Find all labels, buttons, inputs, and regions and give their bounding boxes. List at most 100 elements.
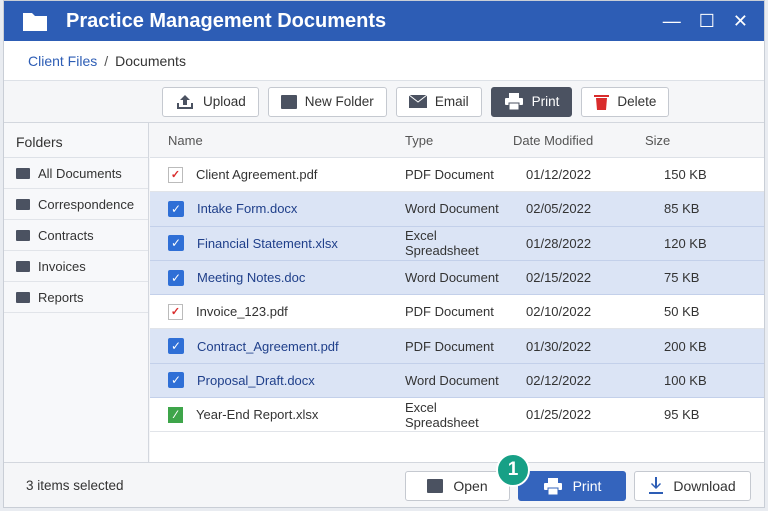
- sidebar-item-label: Correspondence: [38, 197, 134, 212]
- file-date: 02/05/2022: [513, 201, 645, 216]
- file-size: 75 KB: [645, 270, 745, 285]
- column-type[interactable]: Type: [405, 133, 513, 148]
- toolbar: Upload New Folder Email Print Delete: [4, 81, 764, 123]
- sidebar-item-all-documents[interactable]: All Documents: [4, 158, 148, 189]
- new-folder-label: New Folder: [305, 94, 374, 109]
- table-row[interactable]: ✓Meeting Notes.doc Word Document 02/15/2…: [150, 261, 764, 295]
- upload-label: Upload: [203, 94, 246, 109]
- file-size: 150 KB: [645, 167, 745, 182]
- new-folder-button[interactable]: New Folder: [268, 87, 387, 117]
- file-type: PDF Document: [405, 167, 513, 182]
- folder-icon: [281, 95, 297, 109]
- sidebar-item-correspondence[interactable]: Correspondence: [4, 189, 148, 220]
- file-date: 01/30/2022: [513, 339, 645, 354]
- table-row[interactable]: ✓ Intake Form.docx Word Document 02/05/20…: [150, 192, 764, 226]
- table-row[interactable]: ✓ Proposal_Draft.docx Word Document 02/12…: [150, 364, 764, 398]
- table-row[interactable]: ✓ Contract_Agreement.pdf PDF Document 01/…: [150, 329, 764, 363]
- file-date: 02/10/2022: [513, 304, 645, 319]
- download-button[interactable]: Download: [634, 471, 751, 501]
- close-button[interactable]: ✕: [733, 11, 748, 32]
- file-date: 02/12/2022: [513, 373, 645, 388]
- printer-icon: [543, 478, 563, 495]
- checkbox-checked-icon[interactable]: ✓: [168, 270, 184, 286]
- checkbox-checked-icon[interactable]: ✓: [168, 235, 184, 251]
- table-row[interactable]: ⁄Year-End Report.xlsx Excel Spreadsheet …: [150, 398, 764, 432]
- file-name: Intake Form.docx: [197, 201, 297, 216]
- breadcrumb-separator: /: [104, 53, 108, 69]
- window-title: Practice Management Documents: [66, 10, 386, 33]
- email-icon: [409, 95, 427, 108]
- sidebar-item-label: All Documents: [38, 166, 122, 181]
- spreadsheet-file-icon[interactable]: ⁄: [168, 407, 183, 423]
- breadcrumb-documents: Documents: [115, 53, 186, 69]
- table-row[interactable]: ✓Invoice_123.pdf PDF Document 02/10/2022…: [150, 295, 764, 329]
- folder-icon: [16, 292, 30, 303]
- file-date: 01/12/2022: [513, 167, 645, 182]
- sidebar-item-contracts[interactable]: Contracts: [4, 220, 148, 251]
- upload-button[interactable]: Upload: [162, 87, 259, 117]
- checkbox-checked-icon[interactable]: ✓: [168, 372, 184, 388]
- pdf-file-icon[interactable]: ✓: [168, 167, 183, 183]
- status-bar: 3 items selected Open Print Download 1: [4, 462, 764, 507]
- open-label: Open: [453, 478, 487, 494]
- file-size: 95 KB: [645, 407, 745, 422]
- email-button[interactable]: Email: [396, 87, 482, 117]
- file-date: 01/28/2022: [513, 236, 645, 251]
- delete-label: Delete: [617, 94, 656, 109]
- column-date-modified[interactable]: Date Modified: [513, 133, 645, 148]
- column-name[interactable]: Name: [150, 133, 405, 148]
- folder-icon: [16, 199, 30, 210]
- file-type: Excel Spreadsheet: [405, 228, 513, 258]
- table-row[interactable]: ✓ Financial Statement.xlsx Excel Spreadsh…: [150, 227, 764, 261]
- upload-icon: [175, 94, 195, 110]
- checkbox-checked-icon[interactable]: ✓: [168, 338, 184, 354]
- file-size: 100 KB: [645, 373, 745, 388]
- maximize-button[interactable]: ☐: [699, 11, 715, 32]
- checkbox-checked-icon[interactable]: ✓: [168, 201, 184, 217]
- selection-status: 3 items selected: [26, 478, 124, 493]
- open-button[interactable]: Open: [405, 471, 510, 501]
- folder-icon: [16, 230, 30, 241]
- minimize-button[interactable]: —: [663, 11, 681, 32]
- folders-sidebar: Folders All Documents Correspondence Con…: [4, 123, 149, 462]
- file-name: Year-End Report.xlsx: [196, 407, 318, 422]
- file-type: Word Document: [405, 201, 513, 216]
- print-label: Print: [573, 478, 602, 494]
- delete-button[interactable]: Delete: [581, 87, 669, 117]
- sidebar-item-label: Reports: [38, 290, 84, 305]
- file-type: Excel Spreadsheet: [405, 400, 513, 430]
- file-date: 01/25/2022: [513, 407, 645, 422]
- file-size: 50 KB: [645, 304, 745, 319]
- column-size[interactable]: Size: [645, 133, 745, 148]
- sidebar-item-reports[interactable]: Reports: [4, 282, 148, 313]
- download-label: Download: [673, 478, 735, 494]
- table-row[interactable]: ✓Client Agreement.pdf PDF Document 01/12…: [150, 158, 764, 192]
- print-button[interactable]: Print: [518, 471, 626, 501]
- folder-icon: [16, 261, 30, 272]
- folder-icon: [22, 10, 48, 32]
- print-label: Print: [532, 94, 560, 109]
- breadcrumb-client-files[interactable]: Client Files: [28, 53, 97, 69]
- app-window: Practice Management Documents — ☐ ✕ Clie…: [3, 0, 765, 508]
- table-header: Name Type Date Modified Size: [150, 123, 764, 158]
- file-size: 120 KB: [645, 236, 745, 251]
- file-name: Financial Statement.xlsx: [197, 236, 338, 251]
- file-name: Contract_Agreement.pdf: [197, 339, 339, 354]
- file-type: Word Document: [405, 270, 513, 285]
- sidebar-item-invoices[interactable]: Invoices: [4, 251, 148, 282]
- pdf-file-icon[interactable]: ✓: [168, 304, 183, 320]
- file-type: PDF Document: [405, 304, 513, 319]
- step-badge: 1: [496, 453, 530, 487]
- printer-icon: [504, 93, 524, 110]
- sidebar-item-label: Invoices: [38, 259, 86, 274]
- file-list: Name Type Date Modified Size ✓Client Agr…: [150, 123, 764, 462]
- file-size: 85 KB: [645, 201, 745, 216]
- file-type: PDF Document: [405, 339, 513, 354]
- file-date: 02/15/2022: [513, 270, 645, 285]
- folders-heading: Folders: [4, 123, 148, 158]
- file-type: Word Document: [405, 373, 513, 388]
- file-name: Proposal_Draft.docx: [197, 373, 315, 388]
- sidebar-item-label: Contracts: [38, 228, 94, 243]
- print-toolbar-button[interactable]: Print: [491, 87, 573, 117]
- email-label: Email: [435, 94, 469, 109]
